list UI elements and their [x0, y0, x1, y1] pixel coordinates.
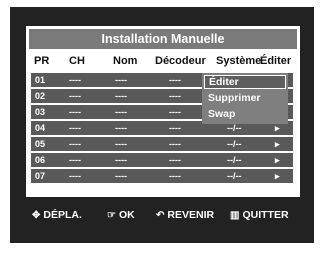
- channel-row[interactable]: 07 ---- ---- ---- --/-- ▸: [31, 169, 293, 183]
- cell-pr: 01: [35, 75, 46, 85]
- channel-row[interactable]: 06 ---- ---- ---- --/-- ▸: [31, 153, 293, 167]
- cell-ch: ----: [69, 139, 81, 149]
- row-edit-arrow-icon[interactable]: ▸: [275, 153, 280, 167]
- footer-back: ↶ REVENIR: [156, 208, 214, 222]
- cell-nom: ----: [115, 123, 127, 133]
- header-decodeur: Décodeur: [155, 55, 206, 67]
- quit-label: QUITTER: [242, 209, 289, 221]
- row-edit-arrow-icon[interactable]: ▸: [275, 169, 280, 183]
- cell-dec: ----: [169, 171, 181, 181]
- cell-nom: ----: [115, 75, 127, 85]
- cell-nom: ----: [115, 171, 127, 181]
- cell-dec: ----: [169, 107, 181, 117]
- cell-sys: --/--: [227, 155, 242, 165]
- menu-grid-icon: ▥: [230, 210, 240, 221]
- ok-label: OK: [118, 209, 135, 221]
- cell-ch: ----: [69, 91, 81, 101]
- cell-nom: ----: [115, 91, 127, 101]
- header-nom: Nom: [113, 55, 138, 67]
- cell-dec: ----: [169, 123, 181, 133]
- back-label: REVENIR: [167, 209, 215, 221]
- cell-ch: ----: [69, 171, 81, 181]
- header-pr: PR: [34, 55, 50, 67]
- move-arrows-icon: ✥: [32, 210, 41, 221]
- footer-ok: ☞ OK: [107, 208, 135, 222]
- cell-dec: ----: [169, 155, 181, 165]
- footer-quit: ▥ QUITTER: [230, 208, 289, 222]
- popup-item-swap[interactable]: Swap: [204, 107, 286, 121]
- cell-pr: 07: [35, 171, 46, 181]
- popup-item-editer[interactable]: Éditer: [204, 75, 286, 89]
- cell-nom: ----: [115, 155, 127, 165]
- cell-ch: ----: [69, 123, 81, 133]
- cell-pr: 03: [35, 107, 46, 117]
- cell-pr: 05: [35, 139, 46, 149]
- return-arrow-icon: ↶: [156, 210, 165, 221]
- menu-title: Installation Manuelle: [29, 29, 297, 49]
- edit-popup-menu: Éditer Supprimer Swap: [202, 73, 288, 124]
- channel-row[interactable]: 05 ---- ---- ---- --/-- ▸: [31, 137, 293, 151]
- cell-nom: ----: [115, 107, 127, 117]
- cell-ch: ----: [69, 75, 81, 85]
- cell-dec: ----: [169, 75, 181, 85]
- move-label: DÉPLA.: [43, 209, 82, 221]
- popup-item-supprimer[interactable]: Supprimer: [204, 91, 286, 105]
- cell-sys: --/--: [227, 139, 242, 149]
- footer-move: ✥ DÉPLA.: [32, 208, 82, 222]
- cell-nom: ----: [115, 139, 127, 149]
- ok-hand-icon: ☞: [107, 210, 116, 221]
- cell-dec: ----: [169, 139, 181, 149]
- header-systeme: Système: [216, 55, 262, 67]
- cell-sys: --/--: [227, 171, 242, 181]
- cell-ch: ----: [69, 155, 81, 165]
- cell-dec: ----: [169, 91, 181, 101]
- cell-pr: 06: [35, 155, 46, 165]
- cell-ch: ----: [69, 107, 81, 117]
- header-editer: Éditer: [260, 55, 292, 67]
- cell-pr: 04: [35, 123, 46, 133]
- row-edit-arrow-icon[interactable]: ▸: [275, 137, 280, 151]
- header-ch: CH: [69, 55, 85, 67]
- cell-pr: 02: [35, 91, 46, 101]
